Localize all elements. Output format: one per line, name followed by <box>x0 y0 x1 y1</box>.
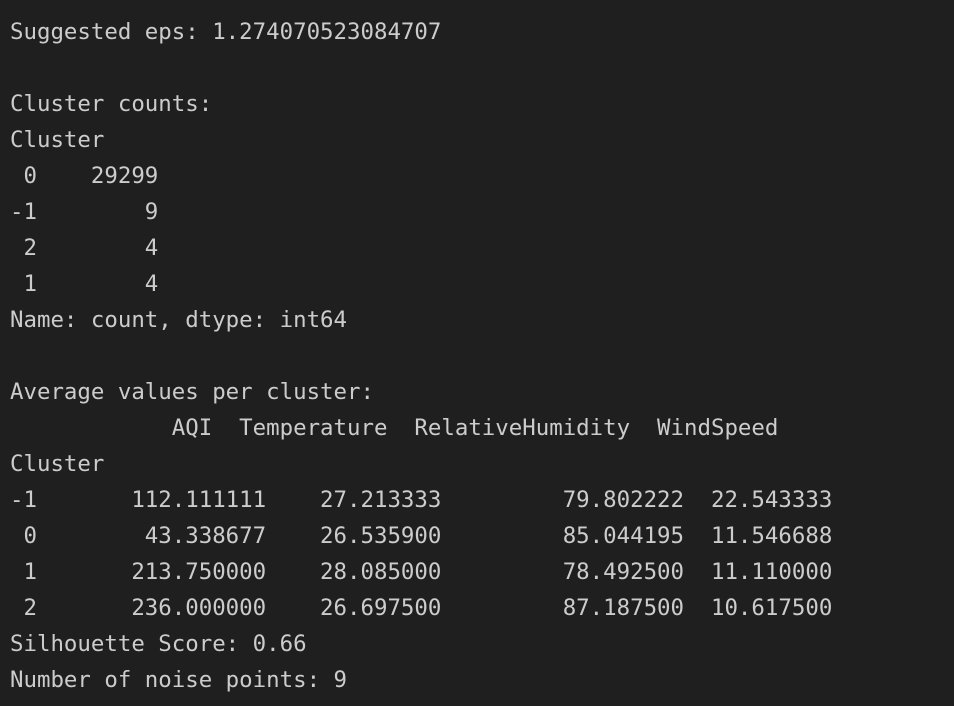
noise-line: Number of noise points: 9 <box>10 667 348 693</box>
counts-row: 1 4 <box>10 271 159 297</box>
avg-row: 0 43.338677 26.535900 85.044195 11.54668… <box>10 523 833 549</box>
counts-footer: Name: count, dtype: int64 <box>10 307 348 333</box>
counts-row: -1 9 <box>10 199 159 225</box>
avg-index-name: Cluster <box>10 451 105 477</box>
silhouette-line: Silhouette Score: 0.66 <box>10 631 307 657</box>
counts-title: Cluster counts: <box>10 91 213 117</box>
counts-index-name: Cluster <box>10 127 105 153</box>
counts-row: 0 29299 <box>10 163 159 189</box>
eps-line: Suggested eps: 1.274070523084707 <box>10 19 442 45</box>
avg-row: -1 112.111111 27.213333 79.802222 22.543… <box>10 487 833 513</box>
avg-row: 1 213.750000 28.085000 78.492500 11.1100… <box>10 559 833 585</box>
counts-row: 2 4 <box>10 235 159 261</box>
avg-row: 2 236.000000 26.697500 87.187500 10.6175… <box>10 595 833 621</box>
avg-title: Average values per cluster: <box>10 379 374 405</box>
terminal-output: Suggested eps: 1.274070523084707 Cluster… <box>0 0 954 706</box>
avg-header: AQI Temperature RelativeHumidity WindSpe… <box>10 415 779 441</box>
